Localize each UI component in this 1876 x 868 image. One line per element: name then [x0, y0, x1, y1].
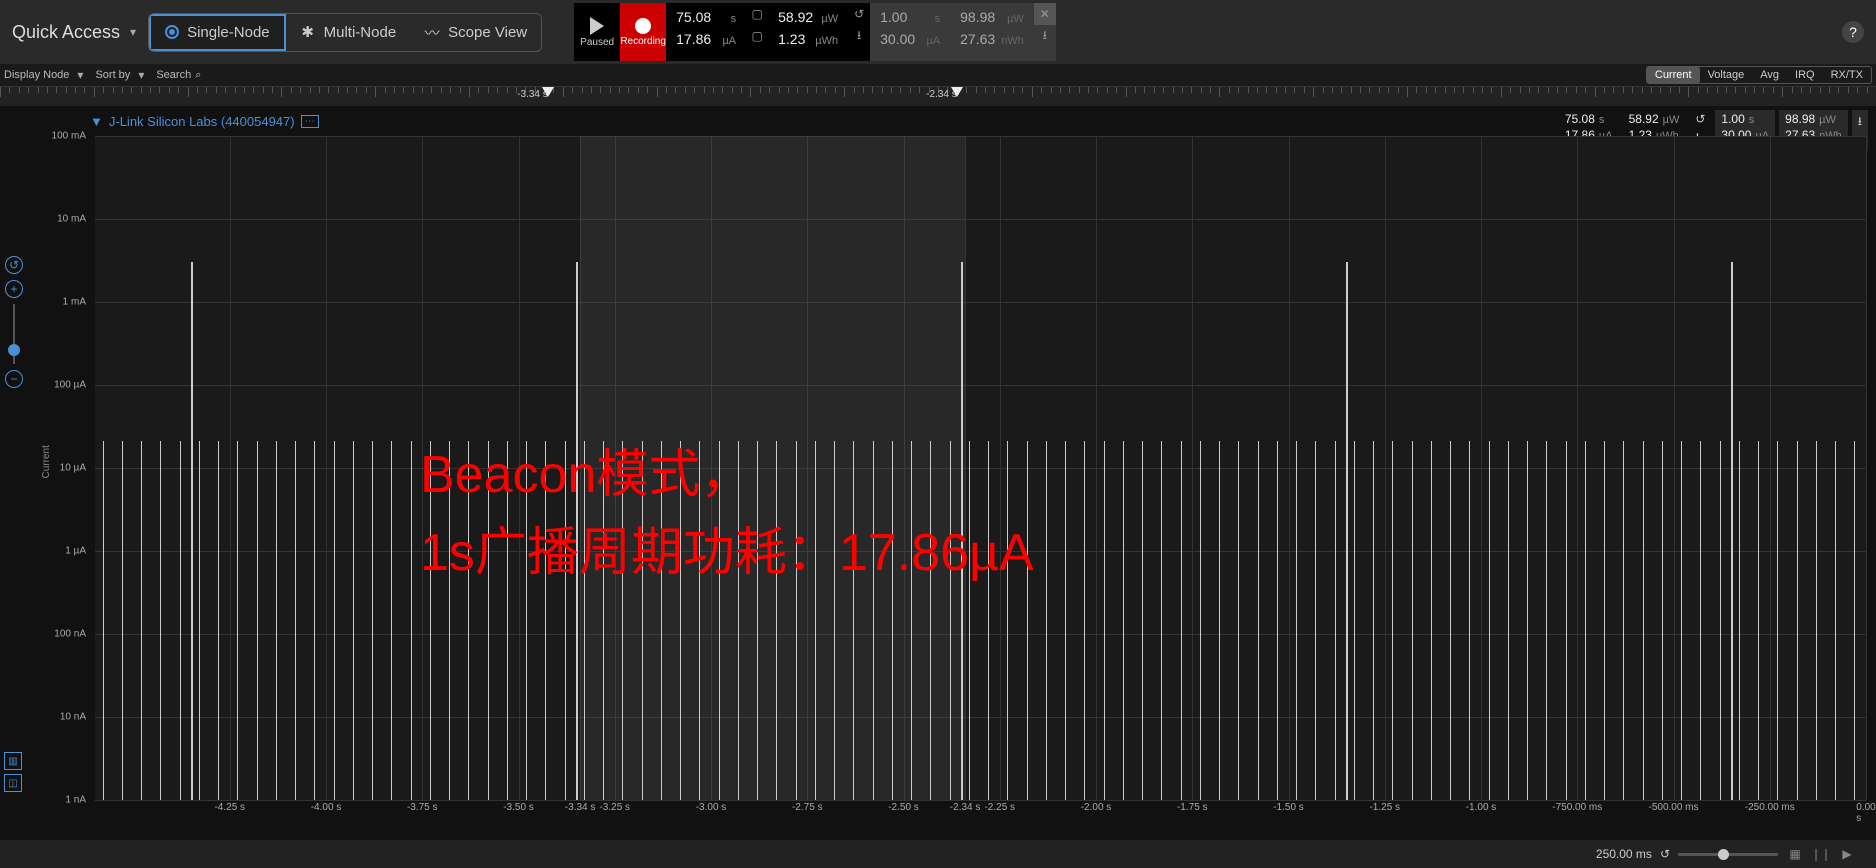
reset-icon[interactable]: ↺	[848, 3, 870, 25]
sort-by-dropdown[interactable]: Sort by	[95, 68, 144, 82]
measure-pill-group: Current Voltage Avg IRQ RX/TX	[1646, 66, 1872, 84]
single-node-mode[interactable]: Single-Node	[149, 14, 286, 51]
chart-type-icon[interactable]: ▦	[1786, 845, 1804, 863]
zoom-slider[interactable]	[13, 304, 15, 364]
quick-access-menu[interactable]: Quick Access	[12, 22, 136, 43]
zoom-out-icon[interactable]: −	[5, 370, 23, 388]
tool-select-icon[interactable]: ▥	[4, 752, 22, 770]
search-icon: ⌕	[195, 69, 201, 82]
capture-status-panel: Paused Recording 75.08s 17.86µA ▢▢ 58.92…	[574, 3, 1056, 61]
multi-node-mode[interactable]: ✱Multi-Node	[286, 14, 411, 51]
radio-icon	[165, 25, 179, 39]
scope-view-mode[interactable]: 〰Scope View	[410, 14, 541, 51]
stats-time-current: 75.08s 17.86µA	[666, 3, 746, 61]
time-ruler[interactable]: -3.34 s-2.34 s	[0, 86, 1876, 106]
wave-icon: 〰	[424, 24, 440, 40]
pill-irq[interactable]: IRQ	[1787, 67, 1823, 83]
live-scroll-icon[interactable]: ▶	[1838, 845, 1856, 863]
small-icon-1[interactable]: ▢	[746, 3, 768, 25]
overlay-dl2-icon[interactable]: ⭳	[1858, 112, 1862, 133]
search-field[interactable]: Search ⌕	[156, 69, 201, 82]
pause-scroll-icon[interactable]: ❘❘	[1812, 845, 1830, 863]
play-button[interactable]: Paused	[574, 3, 620, 61]
zoom-reset-icon[interactable]: ↺	[5, 256, 23, 274]
pill-rxtx[interactable]: RX/TX	[1823, 67, 1871, 83]
time-scale-slider[interactable]	[1678, 853, 1778, 856]
display-node-dropdown[interactable]: Display Node	[4, 68, 83, 82]
x-axis: -4.25 s-4.00 s-3.75 s-3.50 s-3.34 s-3.25…	[95, 802, 1866, 822]
nodes-icon: ✱	[300, 24, 316, 40]
bottom-bar: 250.00 ms ↺ ▦ ❘❘ ▶	[0, 840, 1876, 868]
overlay-reset-icon[interactable]: ↺	[1695, 112, 1705, 126]
scale-reset-icon[interactable]: ↺	[1660, 847, 1670, 861]
pill-voltage[interactable]: Voltage	[1700, 67, 1753, 83]
record-icon	[635, 18, 651, 34]
record-button[interactable]: Recording	[620, 3, 666, 61]
small-icon-2[interactable]: ▢	[746, 25, 768, 47]
y-axis: 100 mA10 mA1 mA100 µA10 µA1 µA100 nA10 n…	[50, 136, 90, 800]
filter-bar: Display Node Sort by Search ⌕ Current Vo…	[0, 64, 1876, 86]
play-icon	[590, 17, 604, 35]
stats-sel-power-energy: 98.98µW 27.63nWh	[950, 3, 1034, 61]
help-button[interactable]: ?	[1842, 21, 1864, 43]
zoom-controls: ↺ + −	[2, 256, 26, 388]
collapse-icon: ▼	[90, 114, 103, 129]
close-selection-icon[interactable]: ✕	[1034, 3, 1056, 25]
tool-extra-icon[interactable]: ◫	[4, 774, 22, 792]
download-sel-icon[interactable]: ⭳	[1034, 25, 1056, 47]
download-icon[interactable]: ⭳	[848, 25, 870, 47]
device-label[interactable]: ▼ J-Link Silicon Labs (440054947) ⋯	[90, 114, 319, 129]
stats-power-energy: 58.92µW 1.23µWh	[768, 3, 848, 61]
pill-avg[interactable]: Avg	[1752, 67, 1787, 83]
top-toolbar: Quick Access Single-Node ✱Multi-Node 〰Sc…	[0, 0, 1876, 64]
pill-current[interactable]: Current	[1647, 67, 1700, 83]
stats-sel-time-current: 1.00s 30.00µA	[870, 3, 950, 61]
zoom-in-icon[interactable]: +	[5, 280, 23, 298]
chart-area: ▼ J-Link Silicon Labs (440054947) ⋯ 75.0…	[0, 106, 1876, 840]
time-scale-label: 250.00 ms	[1596, 847, 1652, 861]
view-mode-group: Single-Node ✱Multi-Node 〰Scope View	[148, 13, 542, 52]
device-extra-icon[interactable]: ⋯	[301, 115, 319, 128]
plot-canvas[interactable]	[95, 136, 1866, 800]
